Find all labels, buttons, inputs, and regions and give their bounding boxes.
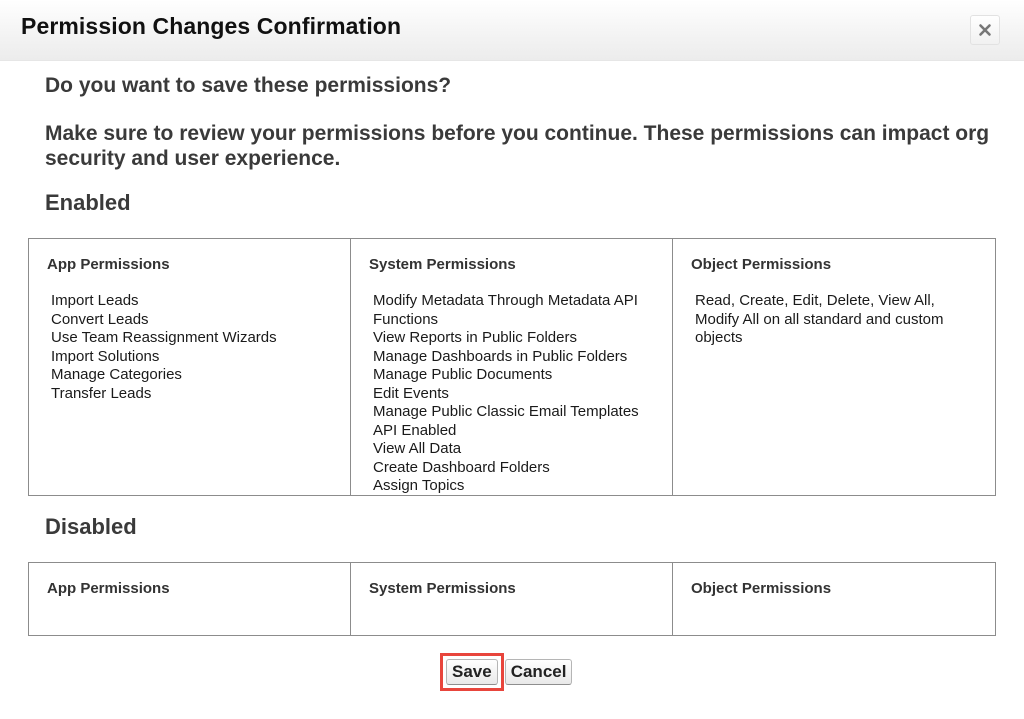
list-item: Modify Metadata Through Metadata API Fun… xyxy=(373,292,638,328)
enabled-object-permissions-column: Object Permissions Read, Create, Edit, D… xyxy=(673,239,995,495)
disabled-permissions-table: App Permissions System Permissions Objec… xyxy=(28,562,996,636)
list-item: Manage Public Classic Email Templates xyxy=(373,403,639,420)
column-header-system-permissions: System Permissions xyxy=(369,256,516,273)
disabled-system-permissions-column: System Permissions xyxy=(351,563,673,635)
list-item: Transfer Leads xyxy=(51,384,152,402)
list-item: Convert Leads xyxy=(51,310,149,328)
disabled-app-permissions-column: App Permissions xyxy=(29,563,351,635)
list-item: Import Solutions xyxy=(51,347,160,365)
dialog-buttons: Save Cancel xyxy=(440,653,573,691)
list-item: Assign Topics xyxy=(373,477,465,494)
enabled-system-permissions-list: Modify Metadata Through Metadata API Fun… xyxy=(369,292,663,496)
cancel-button[interactable]: Cancel xyxy=(504,659,573,685)
enabled-app-permissions-column: App Permissions Import Leads Convert Lea… xyxy=(29,239,351,495)
list-item: Use Team Reassignment Wizards xyxy=(51,329,277,346)
dialog-title: Permission Changes Confirmation xyxy=(21,13,402,39)
save-button[interactable]: Save xyxy=(446,659,498,685)
list-item: Import Leads xyxy=(51,292,139,309)
enabled-heading: Enabled xyxy=(45,190,131,215)
column-header-system-permissions: System Permissions xyxy=(369,580,516,597)
enabled-app-permissions-list: Import Leads Convert Leads Use Team Reas… xyxy=(47,292,350,403)
list-item: API Enabled xyxy=(373,421,457,439)
list-item: Edit Events xyxy=(373,384,449,402)
list-item: Create Dashboard Folders xyxy=(373,458,550,476)
save-button-highlight: Save xyxy=(440,653,504,691)
list-item: View Reports in Public Folders xyxy=(373,329,577,346)
review-warning: Make sure to review your permissions bef… xyxy=(45,122,990,170)
permission-changes-dialog: Permission Changes Confirmation Do you w… xyxy=(0,0,1024,719)
disabled-heading: Disabled xyxy=(45,514,137,539)
list-item: View All Data xyxy=(373,440,462,457)
disabled-object-permissions-column: Object Permissions xyxy=(673,563,995,635)
object-permissions-text: Read, Create, Edit, Delete, View All, Mo… xyxy=(695,292,944,346)
enabled-permissions-table: App Permissions Import Leads Convert Lea… xyxy=(28,238,996,496)
close-icon xyxy=(978,23,992,37)
dialog-titlebar: Permission Changes Confirmation xyxy=(0,0,1024,61)
column-header-app-permissions: App Permissions xyxy=(47,256,170,273)
confirmation-question: Do you want to save these permissions? xyxy=(45,74,452,97)
column-header-app-permissions: App Permissions xyxy=(47,580,170,597)
column-header-object-permissions: Object Permissions xyxy=(691,580,832,597)
list-item: Manage Public Documents xyxy=(373,366,553,383)
enabled-system-permissions-column: System Permissions Modify Metadata Throu… xyxy=(351,239,673,495)
column-header-object-permissions: Object Permissions xyxy=(691,256,832,273)
close-button[interactable] xyxy=(970,15,1000,45)
list-item: Manage Dashboards in Public Folders xyxy=(373,347,628,365)
list-item: Manage Categories xyxy=(51,366,182,383)
